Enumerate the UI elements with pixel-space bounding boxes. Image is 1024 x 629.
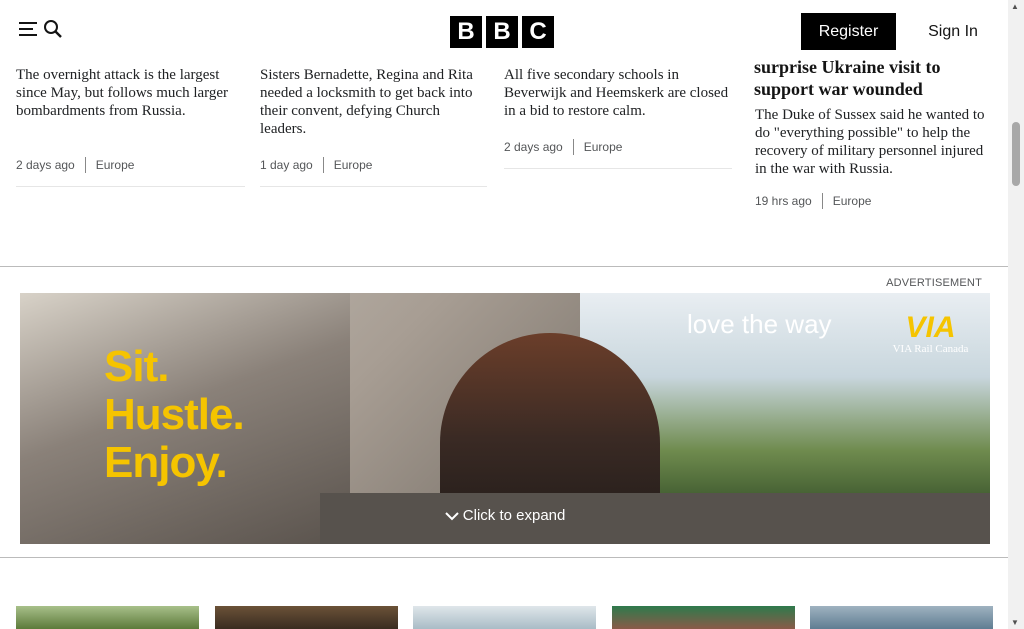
meta-divider	[84, 157, 86, 173]
ad-slogan: Sit. Hustle. Enjoy.	[104, 342, 245, 487]
advertisement-banner[interactable]: Sit. Hustle. Enjoy. love the way VIA VIA…	[20, 293, 990, 544]
divider	[504, 168, 732, 169]
article-summary[interactable]: All five secondary schools in Beverwijk …	[504, 66, 732, 120]
scroll-up-icon[interactable]: ▲	[1011, 2, 1019, 11]
article-thumbnail[interactable]	[413, 606, 596, 629]
ad-slogan-line: Hustle.	[104, 390, 245, 439]
article-thumbnail[interactable]	[16, 606, 199, 629]
hamburger-icon	[19, 21, 39, 42]
bbc-logo[interactable]: B B C	[450, 16, 554, 48]
search-icon	[43, 19, 63, 44]
divider	[260, 186, 487, 187]
article-meta: 19 hrs ago Europe	[755, 193, 871, 209]
meta-divider	[322, 157, 324, 173]
article-timestamp: 1 day ago	[260, 158, 313, 172]
click-to-expand[interactable]: Click to expand	[20, 507, 990, 524]
meta-divider	[572, 139, 574, 155]
advertisement-label: ADVERTISEMENT	[886, 277, 982, 289]
ad-slogan-line: Sit.	[104, 342, 169, 391]
site-header: B B C Register Sign In	[0, 0, 1008, 52]
meta-divider	[821, 193, 823, 209]
article-timestamp: 19 hrs ago	[755, 194, 812, 208]
menu-search-button[interactable]	[14, 15, 68, 48]
article-thumbnail[interactable]	[215, 606, 398, 629]
divider	[16, 186, 245, 187]
ad-slogan-line: Enjoy.	[104, 438, 228, 487]
page-scrollbar[interactable]: ▲ ▼	[1008, 0, 1024, 629]
scroll-down-icon[interactable]: ▼	[1011, 618, 1019, 627]
brand-mark: VIA	[905, 311, 956, 344]
article-thumbnail[interactable]	[810, 606, 993, 629]
article-meta: 2 days ago Europe	[16, 157, 134, 173]
logo-letter: C	[522, 16, 554, 48]
section-divider	[0, 266, 1008, 267]
article-summary[interactable]: The overnight attack is the largest sinc…	[16, 66, 244, 120]
via-rail-logo: VIA VIA Rail Canada	[888, 311, 973, 356]
article-section: Europe	[583, 140, 623, 154]
article-section: Europe	[832, 194, 872, 208]
sign-in-button[interactable]: Sign In	[912, 13, 994, 50]
brand-name: VIA Rail Canada	[892, 343, 969, 355]
article-thumbnail[interactable]	[612, 606, 795, 629]
section-divider	[0, 557, 1008, 558]
article-timestamp: 2 days ago	[504, 140, 563, 154]
article-headline[interactable]: surprise Ukraine visit to support war wo…	[754, 56, 994, 100]
article-timestamp: 2 days ago	[16, 158, 75, 172]
article-summary[interactable]: The Duke of Sussex said he wanted to do …	[755, 106, 995, 178]
expand-label: Click to expand	[462, 507, 566, 524]
article-meta: 2 days ago Europe	[504, 139, 622, 155]
scrollbar-thumb[interactable]	[1012, 122, 1020, 186]
article-section: Europe	[333, 158, 373, 172]
article-section: Europe	[95, 158, 135, 172]
chevron-down-icon	[444, 507, 463, 524]
logo-letter: B	[450, 16, 482, 48]
register-button[interactable]: Register	[801, 13, 896, 50]
ad-tagline: love the way	[687, 309, 832, 339]
logo-letter: B	[486, 16, 518, 48]
article-summary[interactable]: Sisters Bernadette, Regina and Rita need…	[260, 66, 486, 138]
article-meta: 1 day ago Europe	[260, 157, 372, 173]
